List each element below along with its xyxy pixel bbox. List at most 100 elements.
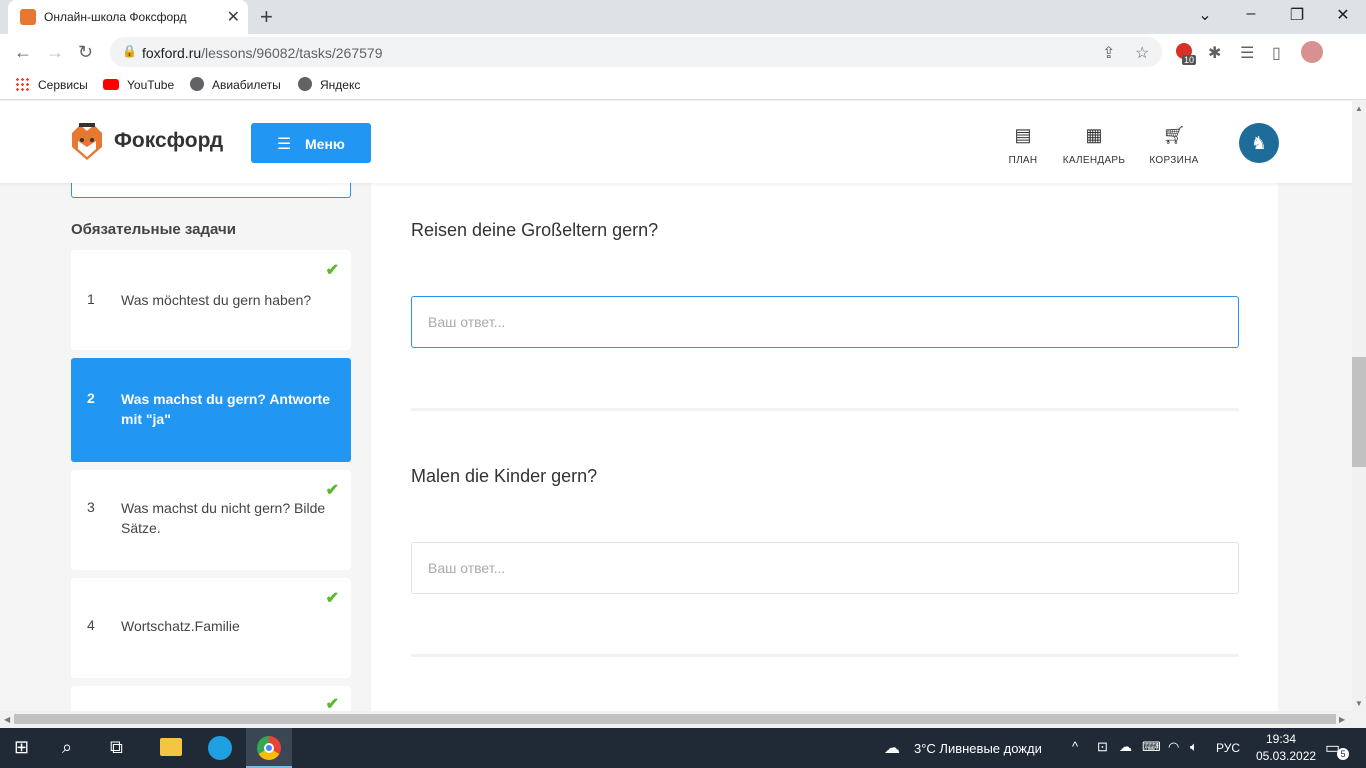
- vertical-scrollbar-thumb[interactable]: [1352, 357, 1366, 467]
- calendar-icon: ▦: [1085, 125, 1103, 145]
- side-panel-icon[interactable]: ▯: [1272, 43, 1281, 63]
- check-icon: ✔: [325, 482, 339, 499]
- forward-icon[interactable]: →: [46, 42, 64, 63]
- sidebar-task-1[interactable]: ✔ 1 Was möchtest du gern haben?: [71, 250, 351, 350]
- notification-count: 5: [1337, 748, 1349, 760]
- tray-chevron-icon[interactable]: ^: [1072, 739, 1078, 754]
- nav-plan-label: ПЛАН: [1008, 155, 1038, 166]
- bookmarks-bar: Сервисы YouTube Авиабилеты Яндекс: [0, 70, 1366, 100]
- logo-text[interactable]: Фоксфорд: [114, 129, 223, 153]
- fox-favicon-icon: [20, 9, 36, 25]
- nav-cart[interactable]: 🛒︎ КОРЗИНА: [1134, 125, 1214, 166]
- weather-text[interactable]: 3°C Ливневые дожди: [914, 741, 1042, 756]
- sidebar-heading: Обязательные задачи: [71, 221, 236, 238]
- volume-icon[interactable]: 🔈︎: [1190, 739, 1198, 755]
- bookmark-services[interactable]: Сервисы: [38, 78, 88, 92]
- plan-icon: ▤: [1014, 125, 1032, 145]
- scroll-down-arrow-icon[interactable]: ▼: [1355, 699, 1363, 708]
- windows-taskbar: ⊞ ⌕ ⧉ ☁ 3°C Ливневые дожди ^ ⊡ ☁ ⌨ ◠ 🔈︎ …: [0, 728, 1366, 768]
- sidebar-task-2[interactable]: 2 Was machst du gern? Antworte mit "ja": [71, 358, 351, 462]
- nav-cart-label: КОРЗИНА: [1149, 155, 1199, 166]
- keyboard-icon[interactable]: ⌨: [1142, 739, 1161, 755]
- task-number: 2: [87, 390, 95, 406]
- edge-icon[interactable]: [208, 736, 232, 760]
- task-number: 1: [87, 291, 95, 307]
- share-icon[interactable]: ⇪: [1102, 43, 1115, 63]
- check-icon: ✔: [325, 590, 339, 607]
- sidebar-task-3[interactable]: ✔ 3 Was machst du nicht gern? Bilde Sätz…: [71, 470, 351, 570]
- tray-app-icon[interactable]: ⊡: [1097, 739, 1108, 755]
- window-close-icon[interactable]: ✕: [1333, 5, 1353, 25]
- url-text: foxford.ru/lessons/96082/tasks/267579: [142, 45, 383, 61]
- user-avatar[interactable]: ♞: [1239, 123, 1279, 163]
- tab-search-chevron-icon[interactable]: ⌄: [1195, 5, 1215, 25]
- search-icon[interactable]: ⌕: [62, 737, 72, 758]
- nav-calendar[interactable]: ▦ КАЛЕНДАРЬ: [1054, 125, 1134, 166]
- lock-icon: 🔒: [122, 44, 137, 58]
- list-icon: ☰: [277, 136, 292, 153]
- site-header: Фоксфорд ☰ Меню ▤ ПЛАН ▦ КАЛЕНДАРЬ 🛒︎ КО…: [0, 101, 1352, 183]
- clock-time[interactable]: 19:34: [1266, 732, 1296, 746]
- question-2: Malen die Kinder gern?: [411, 466, 598, 486]
- windows-start-icon[interactable]: ⊞: [14, 737, 29, 758]
- divider: [411, 408, 1239, 411]
- task-title: Wortschatz.Familie: [121, 618, 240, 634]
- browser-tab[interactable]: Онлайн-школа Фоксфорд ✕: [8, 0, 248, 34]
- globe-icon: [298, 77, 312, 91]
- wifi-icon[interactable]: ◠: [1168, 739, 1179, 755]
- task-number: 3: [87, 499, 95, 515]
- task-content: Reisen deine Großeltern gern? Malen die …: [371, 183, 1278, 711]
- nav-calendar-label: КАЛЕНДАРЬ: [1062, 155, 1126, 166]
- address-bar[interactable]: 🔒 foxford.ru/lessons/96082/tasks/267579 …: [110, 37, 1162, 67]
- bookmark-yandex[interactable]: Яндекс: [320, 78, 360, 92]
- answer-input-1[interactable]: [411, 296, 1239, 348]
- task-view-icon[interactable]: ⧉: [110, 737, 123, 758]
- task-number: 4: [87, 617, 95, 633]
- chrome-icon-center: [264, 743, 274, 753]
- weather-icon[interactable]: ☁: [884, 738, 900, 758]
- reload-icon[interactable]: ↻: [78, 42, 93, 63]
- horizontal-scrollbar-thumb[interactable]: [14, 714, 1336, 724]
- divider: [411, 654, 1239, 657]
- check-icon: ✔: [325, 696, 339, 711]
- new-tab-icon[interactable]: +: [260, 4, 273, 30]
- scroll-left-arrow-icon[interactable]: ◀: [4, 715, 10, 724]
- task-title: Was machst du gern? Antworte mit "ja": [121, 391, 330, 427]
- bookmark-star-icon[interactable]: ☆: [1135, 43, 1149, 63]
- globe-icon: [190, 77, 204, 91]
- check-icon: ✔: [325, 262, 339, 279]
- scroll-up-arrow-icon[interactable]: ▲: [1355, 104, 1363, 113]
- youtube-icon: [103, 79, 119, 90]
- nav-plan[interactable]: ▤ ПЛАН: [983, 125, 1063, 166]
- file-explorer-icon[interactable]: [160, 738, 182, 756]
- language-indicator[interactable]: РУС: [1216, 741, 1240, 755]
- apps-grid-icon: [15, 77, 29, 91]
- minimize-icon[interactable]: –: [1241, 5, 1261, 23]
- reading-list-icon[interactable]: ☰: [1240, 43, 1254, 63]
- sidebar-task-5[interactable]: ✔: [71, 686, 351, 711]
- sidebar-task-4[interactable]: ✔ 4 Wortschatz.Familie: [71, 578, 351, 678]
- page-viewport: Фоксфорд ☰ Меню ▤ ПЛАН ▦ КАЛЕНДАРЬ 🛒︎ КО…: [0, 101, 1352, 711]
- onedrive-icon[interactable]: ☁: [1119, 739, 1132, 755]
- restore-icon[interactable]: ❐: [1287, 5, 1307, 25]
- answer-input-2[interactable]: [411, 542, 1239, 594]
- task-title: Was machst du nicht gern? Bilde Sätze.: [121, 500, 326, 536]
- tab-title: Онлайн-школа Фоксфорд: [44, 10, 187, 24]
- back-icon[interactable]: ←: [14, 42, 32, 63]
- scroll-right-arrow-icon[interactable]: ▶: [1339, 715, 1345, 724]
- menu-button[interactable]: ☰ Меню: [251, 123, 371, 163]
- profile-avatar[interactable]: [1301, 41, 1323, 63]
- tab-strip: Онлайн-школа Фоксфорд ✕ + ⌄ – ❐ ✕: [0, 0, 1366, 34]
- question-1: Reisen deine Großeltern gern?: [411, 220, 659, 240]
- chrome-taskbar-button[interactable]: [246, 728, 292, 768]
- cart-icon: 🛒︎: [1162, 125, 1186, 145]
- extensions-puzzle-icon[interactable]: ✱: [1208, 43, 1221, 63]
- browser-toolbar: ← → ↻ 🔒 foxford.ru/lessons/96082/tasks/2…: [0, 34, 1366, 70]
- bookmark-youtube[interactable]: YouTube: [127, 78, 174, 92]
- menu-button-label: Меню: [305, 136, 345, 152]
- clock-date[interactable]: 05.03.2022: [1256, 749, 1316, 763]
- fox-logo-icon[interactable]: [70, 123, 104, 161]
- tab-close-icon[interactable]: ✕: [227, 7, 240, 27]
- bookmark-aviatickets[interactable]: Авиабилеты: [212, 78, 281, 92]
- extension-badge-count: 10: [1182, 55, 1197, 65]
